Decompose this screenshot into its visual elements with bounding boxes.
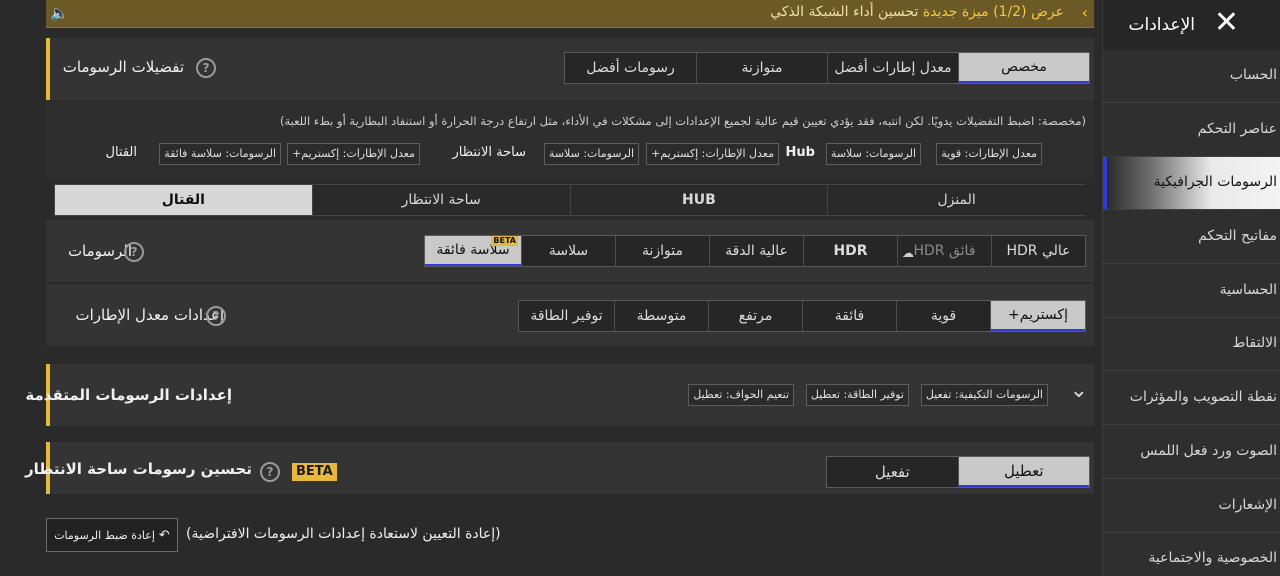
graphics-option-smooth[interactable]: سلاسة xyxy=(521,236,615,266)
reset-description: (إعادة التعيين لاستعادة إعدادات الرسومات… xyxy=(186,526,501,542)
settings-sidebar: الإعدادات ✕ الحساب عناصر التحكم الرسومات… xyxy=(1102,0,1280,576)
prefs-header-panel: تفضيلات الرسومات ? مخصص معدل إطارات أفضل… xyxy=(46,38,1094,100)
fps-selector: إكستريم+ قوية فائقة مرتفع متوسطة توفير ا… xyxy=(518,300,1086,332)
prefs-option-balanced[interactable]: متوازنة xyxy=(696,53,827,83)
combat-fps-chip: معدل الإطارات: إكستريم+ xyxy=(287,143,420,165)
graphics-option-hdr-ultra[interactable]: فائق HDR ☁ xyxy=(897,236,991,266)
graphics-option-hd[interactable]: عالية الدقة xyxy=(709,236,803,266)
lobby-enhance-selector: تعطيل تفعيل xyxy=(826,456,1090,488)
hub-fps-chip: معدل الإطارات: قوية xyxy=(936,143,1042,165)
prefs-title: تفضيلات الرسومات xyxy=(62,58,184,76)
fps-option-high[interactable]: مرتفع xyxy=(708,301,802,331)
custom-note: (مخصصة: اضبط التفضيلات يدويًا. لكن انتبه… xyxy=(280,114,1086,128)
close-icon[interactable]: ✕ xyxy=(1214,8,1239,38)
notice-tag: عرض (1/2) ميزة جديدة xyxy=(922,4,1064,20)
lobby-enhance-option-off[interactable]: تعطيل xyxy=(957,457,1089,487)
tab-lobby[interactable]: ساحة الانتظار xyxy=(311,185,570,215)
sidebar-item-account[interactable]: الحساب xyxy=(1103,50,1280,103)
graphics-option-super-smooth[interactable]: سلاسة فائقة BETA xyxy=(425,236,521,266)
advanced-panel[interactable]: إعدادات الرسومات المتقدمة الرسومات التكي… xyxy=(25,364,1094,426)
fps-option-power-saving[interactable]: توفير الطاقة xyxy=(519,301,614,331)
combat-label: القتال xyxy=(105,145,137,160)
graphics-option-hdr[interactable]: HDR xyxy=(803,236,897,266)
cloud-download-icon: ☁ xyxy=(902,246,914,260)
beta-badge: BETA xyxy=(292,463,337,481)
combat-gfx-chip: الرسومات: سلاسة فائقة xyxy=(159,143,281,165)
advanced-title: إعدادات الرسومات المتقدمة xyxy=(25,386,232,404)
hub-gfx-chip: الرسومات: سلاسة xyxy=(825,143,921,165)
sidebar-item-controls[interactable]: عناصر التحكم xyxy=(1103,104,1280,157)
antialias-chip: تنعيم الحواف: تعطيل xyxy=(688,384,794,406)
reset-graphics-button[interactable]: إعادة ضبط الرسومات ↶ xyxy=(46,518,178,552)
prefs-option-better-fps[interactable]: معدل إطارات أفضل xyxy=(827,53,958,83)
sidebar-header: الإعدادات ✕ xyxy=(1103,0,1280,50)
notice-text: تحسين أداء الشبكة الذكي xyxy=(770,4,919,20)
prefs-option-better-graphics[interactable]: رسومات أفضل xyxy=(565,53,696,83)
sidebar-item-privacy-social[interactable]: الخصوصية والاجتماعية xyxy=(1103,533,1280,576)
sidebar-item-pickup[interactable]: الالتقاط xyxy=(1103,318,1280,371)
prefs-summary: (مخصصة: اضبط التفضيلات يدويًا. لكن انتبه… xyxy=(46,100,1094,178)
graphics-option-hdr-high[interactable]: عالي HDR xyxy=(991,236,1085,266)
sidebar-item-sensitivity[interactable]: الحساسية xyxy=(1103,265,1280,318)
beta-tag: BETA xyxy=(491,236,518,246)
fps-panel: إعدادات معدل الإطارات ? إكستريم+ قوية فا… xyxy=(46,284,1094,346)
lobby-enhance-title: تحسين رسومات ساحة الانتظار xyxy=(24,460,252,478)
lobby-enhance-panel: تحسين رسومات ساحة الانتظار ? BETA تعطيل … xyxy=(25,442,1094,494)
lobby-enhance-option-on[interactable]: تفعيل xyxy=(827,457,958,487)
graphics-selector: عالي HDR فائق HDR ☁ HDR عالية الدقة متوا… xyxy=(424,235,1086,267)
lobby-label: ساحة الانتظار xyxy=(452,145,526,160)
graphics-quality-panel: الرسومات ? عالي HDR فائق HDR ☁ HDR عالية… xyxy=(46,220,1094,282)
sidebar-title: الإعدادات xyxy=(1128,15,1195,35)
prefs-selector: مخصص معدل إطارات أفضل متوازنة رسومات أفض… xyxy=(564,52,1090,84)
sidebar-item-control-keys[interactable]: مفاتيح التحكم xyxy=(1103,211,1280,264)
hub-label: Hub xyxy=(785,145,815,160)
tab-combat[interactable]: القتال xyxy=(54,185,312,215)
settings-screen: 🔈 عرض (1/2) ميزة جديدة تحسين أداء الشبكة… xyxy=(0,0,1280,576)
sidebar-item-notifications[interactable]: الإشعارات xyxy=(1103,480,1280,533)
graphics-title: الرسومات xyxy=(67,242,132,260)
speaker-icon: 🔈 xyxy=(50,4,69,22)
sidebar-item-graphics[interactable]: الرسومات الجرافيكية xyxy=(1103,157,1280,210)
notice-bar[interactable]: 🔈 عرض (1/2) ميزة جديدة تحسين أداء الشبكة… xyxy=(46,0,1094,28)
help-icon[interactable]: ? xyxy=(124,242,144,262)
lobby-fps-chip: معدل الإطارات: إكستريم+ xyxy=(646,143,779,165)
fps-option-medium[interactable]: متوسطة xyxy=(614,301,708,331)
prefs-option-custom[interactable]: مخصص xyxy=(958,53,1089,83)
tab-home[interactable]: المنزل xyxy=(827,185,1085,215)
tab-hub[interactable]: HUB xyxy=(569,185,828,215)
power-saving-chip: توفير الطاقة: تعطيل xyxy=(805,384,909,406)
help-icon[interactable]: ? xyxy=(260,462,280,482)
mode-tabs: المنزل HUB ساحة الانتظار القتال xyxy=(54,184,1085,216)
fps-title: إعدادات معدل الإطارات xyxy=(75,306,224,324)
chevron-down-icon[interactable]: ⌄ xyxy=(1070,378,1088,403)
sidebar-item-crosshair-effects[interactable]: نقطة التصويب والمؤثرات xyxy=(1103,372,1280,425)
sidebar-item-sound-haptics[interactable]: الصوت ورد فعل اللمس xyxy=(1103,426,1280,479)
fps-option-extreme-plus[interactable]: إكستريم+ xyxy=(990,301,1085,331)
help-icon[interactable]: ? xyxy=(196,58,216,78)
adaptive-chip: الرسومات التكيفية: تفعيل xyxy=(920,384,1048,406)
graphics-option-balanced[interactable]: متوازنة xyxy=(615,236,709,266)
fps-option-strong[interactable]: قوية xyxy=(896,301,990,331)
lobby-gfx-chip: الرسومات: سلاسة xyxy=(543,143,639,165)
fps-option-ultra[interactable]: فائقة xyxy=(802,301,896,331)
undo-icon: ↶ xyxy=(158,527,170,543)
help-icon[interactable]: ? xyxy=(206,306,226,326)
chevron-left-icon[interactable]: ‹ xyxy=(1082,3,1088,22)
